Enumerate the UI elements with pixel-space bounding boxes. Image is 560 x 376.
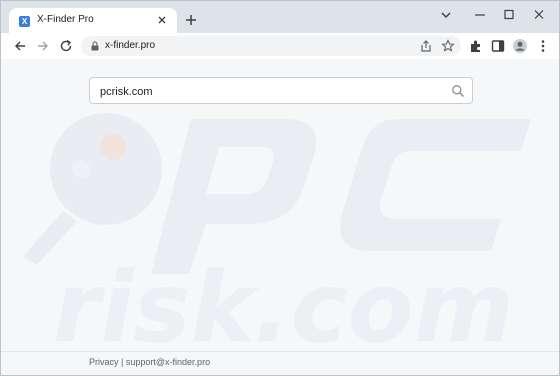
extensions-icon[interactable] <box>468 38 484 54</box>
maximize-icon[interactable] <box>500 7 518 23</box>
kebab-menu-icon[interactable] <box>535 38 551 54</box>
address-bar[interactable]: x-finder.pro <box>81 36 461 56</box>
browser-window: X X-Finder Pro x-finder.pro risk.com pcr… <box>0 0 560 376</box>
close-icon[interactable] <box>530 7 548 23</box>
search-box[interactable] <box>89 77 473 104</box>
back-arrow-icon[interactable] <box>12 38 28 54</box>
side-panel-icon[interactable] <box>490 38 506 54</box>
lock-icon[interactable] <box>90 41 100 51</box>
plus-icon[interactable] <box>183 12 199 28</box>
tab-x-finder-pro[interactable]: X X-Finder Pro <box>9 8 177 34</box>
browser-toolbar: x-finder.pro <box>1 33 559 59</box>
reload-icon[interactable] <box>58 38 74 54</box>
star-icon[interactable] <box>441 39 455 53</box>
privacy-link[interactable]: Privacy <box>89 357 119 367</box>
page-content: risk.com Privacy | support@x-finder.pro <box>1 59 559 375</box>
close-icon[interactable] <box>155 13 169 27</box>
svg-text:risk.com: risk.com <box>53 252 514 364</box>
tab-title: X-Finder Pro <box>37 14 94 25</box>
footer-separator: | <box>121 357 124 367</box>
forward-arrow-icon[interactable] <box>35 38 51 54</box>
search-icon[interactable] <box>451 84 465 98</box>
support-email-link[interactable]: support@x-finder.pro <box>126 357 210 367</box>
pcrisk-watermark: risk.com <box>23 113 531 364</box>
page-footer: Privacy | support@x-finder.pro <box>1 351 559 375</box>
tab-bar: X X-Finder Pro <box>1 1 559 34</box>
tab-favicon: X <box>19 16 30 27</box>
search-input[interactable] <box>100 84 430 99</box>
footer-text: Privacy | support@x-finder.pro <box>89 357 210 367</box>
url-text[interactable]: x-finder.pro <box>105 40 155 51</box>
chevron-down-icon[interactable] <box>437 7 455 23</box>
profile-icon[interactable] <box>512 38 528 54</box>
share-icon[interactable] <box>419 39 433 53</box>
minimize-icon[interactable] <box>471 7 489 23</box>
